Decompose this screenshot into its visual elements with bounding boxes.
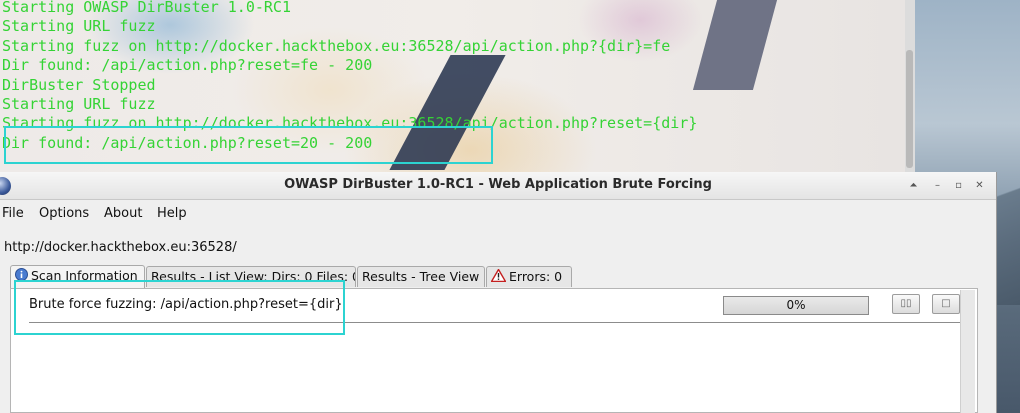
pause-button[interactable]: ▯▯ <box>892 294 920 314</box>
target-url: http://docker.hackthebox.eu:36528/ <box>4 240 237 255</box>
minimize-button[interactable]: – <box>930 178 945 193</box>
terminal-scrollbar-thumb[interactable] <box>906 50 913 168</box>
menu-options[interactable]: Options <box>39 206 89 221</box>
terminal-line: Starting fuzz on http://docker.hackthebo… <box>2 36 671 55</box>
terminal-line: Starting URL fuzz <box>2 94 156 113</box>
window-up-icon[interactable]: ⏶ <box>906 178 921 193</box>
tab-results-tree-view[interactable]: Results - Tree View <box>357 266 485 287</box>
terminal-line: DirBuster Stopped <box>2 75 156 94</box>
progress-bar: 0% <box>723 296 869 315</box>
progress-label: 0% <box>786 298 806 312</box>
tab-label: Results - Tree View <box>362 269 480 284</box>
terminal-line: Starting OWASP DirBuster 1.0-RC1 <box>2 0 291 16</box>
panel-scrollbar[interactable] <box>960 290 975 413</box>
menu-bar: File Options About Help <box>0 200 996 226</box>
highlight-box-dir-found <box>4 126 493 164</box>
tab-errors[interactable]: Errors: 0 <box>486 266 572 287</box>
terminal-line: Starting URL fuzz <box>2 17 156 36</box>
window-title: OWASP DirBuster 1.0-RC1 - Web Applicatio… <box>284 177 712 192</box>
close-button[interactable]: ✕ <box>972 178 987 193</box>
terminal-line: Dir found: /api/action.php?reset=fe - 20… <box>2 56 373 75</box>
warning-icon <box>490 267 507 288</box>
maximize-button[interactable]: ▫ <box>951 178 966 193</box>
menu-help[interactable]: Help <box>157 206 187 221</box>
menu-about[interactable]: About <box>104 206 142 221</box>
highlight-box-brute-force <box>14 280 345 335</box>
tab-label: Errors: 0 <box>509 269 563 284</box>
stop-button[interactable]: □ <box>932 294 960 314</box>
title-bar[interactable]: OWASP DirBuster 1.0-RC1 - Web Applicatio… <box>0 172 996 200</box>
menu-file[interactable]: File <box>2 206 24 221</box>
